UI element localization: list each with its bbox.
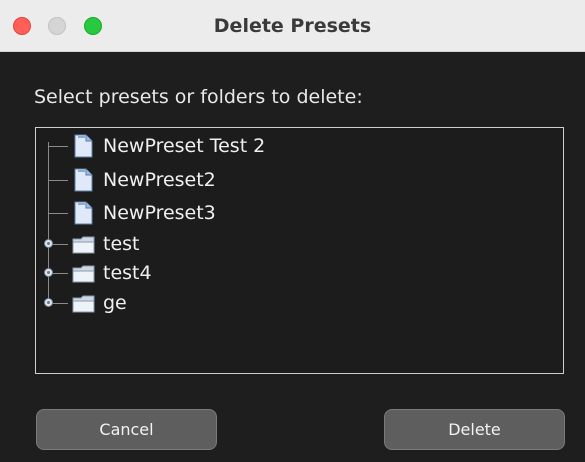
file-icon (72, 168, 94, 192)
preset-tree[interactable]: NewPreset Test 2 NewPreset2 NewPreset3 t… (35, 127, 564, 374)
tree-item-folder[interactable]: test (36, 230, 336, 258)
file-icon (72, 201, 94, 225)
minimize-window-button[interactable] (48, 17, 66, 35)
tree-item-label: test4 (103, 262, 152, 284)
tree-item-folder[interactable]: ge (36, 289, 336, 317)
cancel-button[interactable]: Cancel (36, 409, 217, 450)
expand-toggle-icon[interactable] (44, 268, 53, 277)
folder-icon (72, 232, 95, 256)
folder-icon (72, 261, 95, 285)
file-icon (72, 134, 94, 158)
tree-item-preset[interactable]: NewPreset2 (36, 166, 336, 194)
zoom-window-button[interactable] (84, 17, 102, 35)
title-bar[interactable]: Delete Presets (0, 0, 585, 52)
tree-item-preset[interactable]: NewPreset3 (36, 199, 336, 227)
dialog-prompt: Select presets or folders to delete: (34, 86, 363, 108)
folder-icon (72, 291, 95, 315)
tree-item-label: NewPreset Test 2 (103, 135, 266, 157)
delete-presets-dialog: Delete Presets Select presets or folders… (0, 0, 585, 462)
delete-button[interactable]: Delete (384, 409, 565, 450)
tree-item-label: test (103, 233, 140, 255)
expand-toggle-icon[interactable] (44, 239, 53, 248)
tree-branch-line (48, 146, 68, 147)
tree-item-label: NewPreset2 (103, 169, 216, 191)
tree-branch-line (48, 180, 68, 181)
expand-toggle-icon[interactable] (44, 298, 53, 307)
tree-item-preset[interactable]: NewPreset Test 2 (36, 132, 336, 160)
close-window-button[interactable] (13, 17, 31, 35)
tree-item-label: ge (103, 292, 127, 314)
tree-item-folder[interactable]: test4 (36, 259, 336, 287)
tree-item-label: NewPreset3 (103, 202, 216, 224)
tree-branch-line (48, 213, 68, 214)
